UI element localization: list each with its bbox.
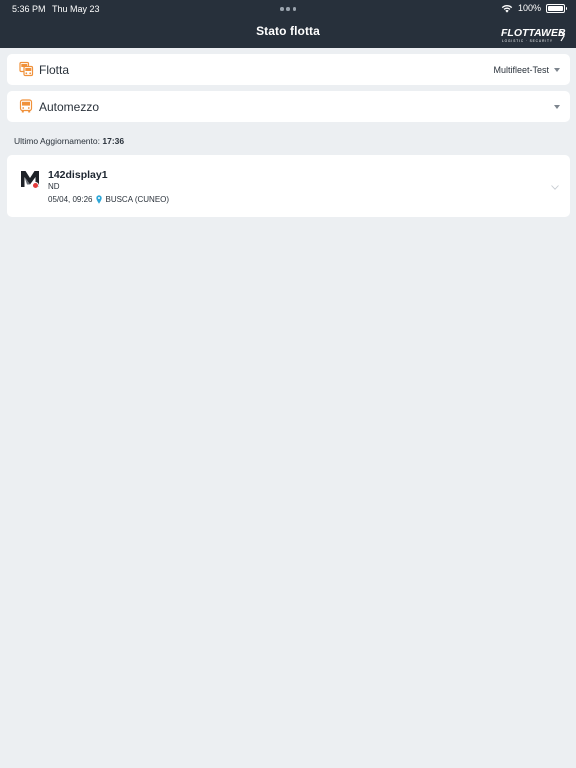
- vehicle-datetime: 05/04, 09:26: [48, 195, 93, 204]
- wifi-icon: [501, 4, 513, 13]
- top-bar: 5:36 PM Thu May 23 100% Stato flotta FLO…: [0, 0, 576, 48]
- status-date: Thu May 23: [52, 4, 100, 14]
- last-update-time: 17:36: [102, 136, 125, 146]
- flottaweb-logo: FLOTTAWEB LOGISTIC · SECURITY: [501, 27, 566, 43]
- status-bar: 5:36 PM Thu May 23 100%: [0, 0, 576, 17]
- fleet-selected-value: Multifleet-Test: [493, 65, 549, 75]
- fleet-icon: [19, 61, 34, 77]
- vehicle-selector[interactable]: Automezzo: [7, 91, 570, 122]
- multitasking-dots-icon[interactable]: [280, 7, 296, 11]
- last-update: Ultimo Aggiornamento: 17:36: [14, 136, 124, 146]
- last-update-label: Ultimo Aggiornamento:: [14, 136, 100, 146]
- chevron-down-icon: [554, 105, 560, 109]
- vehicle-card[interactable]: 142display1 ND 05/04, 09:26 BUSCA (CUNEO…: [7, 155, 570, 217]
- vehicle-meta: 05/04, 09:26 BUSCA (CUNEO): [48, 195, 169, 204]
- brand-name: FLOTTAWEB: [501, 27, 566, 39]
- fleet-label: Flotta: [39, 63, 70, 77]
- vehicle-label: Automezzo: [39, 100, 100, 114]
- battery-icon: [546, 3, 567, 13]
- page-title: Stato flotta: [256, 24, 320, 38]
- location-pin-icon: [96, 195, 103, 204]
- chevron-down-icon[interactable]: [551, 185, 559, 190]
- vehicle-name: 142display1: [48, 169, 108, 181]
- vehicle-status: ND: [48, 182, 60, 191]
- vehicle-location: BUSCA (CUNEO): [105, 195, 170, 204]
- chevron-down-icon: [554, 68, 560, 72]
- battery-percentage: 100%: [517, 3, 541, 13]
- status-indicators: 100%: [501, 3, 567, 13]
- status-time: 5:36 PM: [12, 4, 46, 14]
- vehicle-status-indicator: [32, 182, 39, 189]
- brand-tagline: LOGISTIC · SECURITY: [502, 39, 553, 43]
- bus-icon: [19, 99, 33, 113]
- fleet-selector[interactable]: Flotta Multifleet-Test: [7, 54, 570, 85]
